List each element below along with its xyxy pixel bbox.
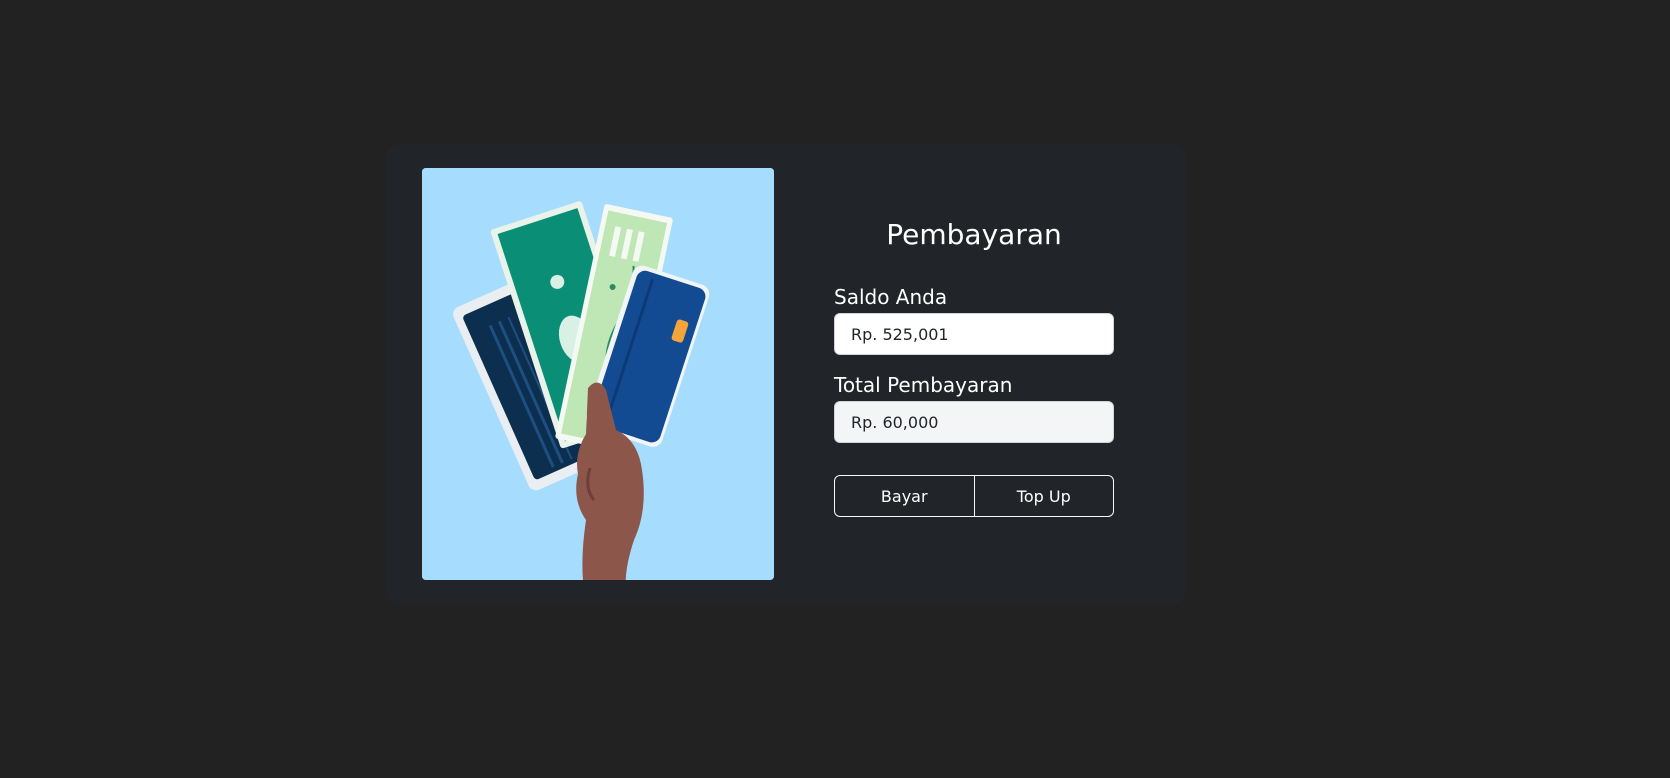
total-payment-field[interactable] [834,401,1114,443]
balance-label: Saldo Anda [834,285,948,309]
action-button-group: Bayar Top Up [834,475,1114,517]
page-title: Pembayaran [886,218,1062,251]
total-payment-label: Total Pembayaran [834,373,1013,397]
top-up-button[interactable]: Top Up [973,476,1114,516]
pay-button[interactable]: Bayar [835,476,974,516]
payment-card: Pembayaran Saldo Anda Total Pembayaran B… [386,144,1186,604]
balance-field[interactable] [834,313,1114,355]
hand-holding-cards-icon [422,168,774,580]
payment-illustration [422,168,774,580]
